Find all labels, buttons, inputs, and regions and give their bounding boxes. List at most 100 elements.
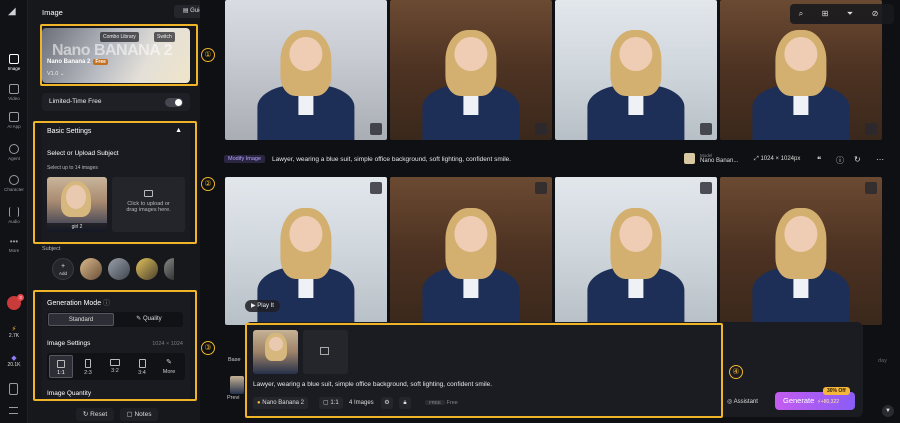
credit-value: 2.7K — [8, 333, 20, 339]
rail-item-character[interactable]: Character — [0, 175, 28, 192]
rail-item-ai-app[interactable]: AI App — [0, 112, 28, 129]
filter-icon[interactable]: ⏷ — [845, 9, 855, 19]
ratio-2-3-button[interactable]: 2:3 — [76, 355, 100, 378]
result-image[interactable] — [555, 0, 717, 140]
subject-avatar[interactable] — [108, 258, 130, 280]
add-label: Add — [58, 271, 67, 276]
modify-image-button[interactable]: Modify Image — [224, 155, 266, 163]
rail-item-label: Character — [4, 187, 24, 192]
lightning-icon: ⚡ — [11, 326, 17, 333]
combo-library-button[interactable]: Combo Library — [100, 32, 139, 42]
regenerate-icon[interactable]: ↻ — [854, 155, 861, 164]
more-options-icon[interactable]: ⋯ — [876, 155, 884, 164]
rail-item-more[interactable]: ••• More — [0, 237, 28, 254]
annotation-number-4: ④ — [729, 365, 743, 379]
rail-item-video[interactable]: Video — [0, 84, 28, 101]
hide-icon[interactable]: ⊘ — [870, 9, 880, 19]
result-image[interactable] — [225, 0, 387, 140]
app-logo-icon[interactable]: ◢ — [8, 6, 20, 18]
reference-image[interactable] — [253, 330, 298, 374]
ratio-3-4-button[interactable]: 3:4 — [130, 355, 154, 378]
share-icon[interactable] — [535, 123, 547, 135]
mode-standard-button[interactable]: Standard — [48, 313, 114, 326]
result-image[interactable] — [555, 177, 717, 325]
share-icon[interactable] — [700, 123, 712, 135]
info-icon[interactable]: ⓘ — [103, 300, 110, 307]
free-badge: Free — [93, 59, 108, 65]
credit-item[interactable]: ◆ 20.1K — [0, 354, 28, 368]
ratio-3-2-button[interactable]: 3:2 — [103, 355, 127, 378]
rail-item-label: Video — [8, 96, 20, 101]
save-icon[interactable] — [535, 182, 547, 194]
menu-icon[interactable] — [9, 407, 18, 414]
model-name: Nano Banana 2 — [47, 59, 91, 65]
subject-figure — [422, 25, 520, 140]
ratio-select[interactable]: ▢ 1:1 — [319, 397, 343, 409]
quality-label: Quality — [143, 316, 162, 322]
search-icon[interactable]: ⌕ — [796, 9, 806, 19]
ratio-pill-label: 1:1 — [330, 400, 339, 406]
add-reference-button[interactable] — [303, 330, 348, 374]
generate-label: Generate — [783, 396, 815, 405]
model-name-row: Nano Banana 2 Free — [47, 59, 108, 65]
upload-dropzone[interactable]: Click to upload or drag images here. — [112, 177, 185, 232]
agent-icon — [9, 144, 19, 154]
more-icon: ••• — [9, 237, 19, 246]
subject-avatar[interactable] — [80, 258, 102, 280]
result-image[interactable] — [390, 177, 552, 325]
ratio-label: 1:1 — [57, 370, 65, 376]
rail-item-audio[interactable]: Audio — [0, 207, 28, 224]
generation-info-row: Modify Image Lawyer, wearing a blue suit… — [224, 152, 894, 168]
quote-icon[interactable]: ❝ — [817, 155, 821, 164]
limited-free-toggle[interactable] — [165, 98, 183, 107]
ratio-more-button[interactable]: ✎ More — [157, 355, 181, 378]
generation-mode-label: Generation Mode ⓘ — [47, 298, 110, 308]
save-icon[interactable] — [700, 182, 712, 194]
subject-figure — [752, 25, 850, 140]
model-card[interactable]: Nano BANANA 2 Combo Library Switch Nano … — [42, 28, 190, 83]
share-icon[interactable] — [865, 123, 877, 135]
ratio-1-1-button[interactable]: 1:1 — [49, 355, 73, 378]
rail-item-agent[interactable]: Agent — [0, 144, 28, 161]
result-image[interactable] — [390, 0, 552, 140]
lock-icon[interactable]: 🔒︎ — [399, 397, 411, 409]
subject-thumbnail[interactable]: girl 2 — [47, 177, 107, 232]
reset-button[interactable]: ↻ Reset — [76, 408, 114, 421]
ratio-label: 3:2 — [111, 368, 119, 374]
scroll-down-button[interactable]: ▼ — [882, 405, 894, 417]
prompt-input[interactable]: Lawyer, wearing a blue suit, simple offi… — [253, 381, 492, 388]
prompt-composer: Lawyer, wearing a blue suit, simple offi… — [245, 322, 863, 417]
subject-avatar[interactable] — [164, 258, 174, 280]
settings-icon[interactable]: ⚙ — [381, 397, 393, 409]
subject-avatar[interactable] — [136, 258, 158, 280]
assistant-button[interactable]: ◎ Assistant — [727, 398, 758, 405]
notes-button[interactable]: ▢ Notes — [120, 408, 158, 421]
ratio-label: 2:3 — [84, 370, 92, 376]
info-icon[interactable]: ⓘ — [836, 155, 844, 166]
mobile-icon[interactable] — [9, 383, 18, 395]
model-version[interactable]: V1.0 ⌄ — [47, 71, 64, 77]
settings-panel: Image ▤ Guides Nano BANANA 2 Combo Libra… — [28, 0, 218, 423]
credit-item[interactable]: ⚡ 2.7K — [0, 325, 28, 339]
plus-icon: + — [60, 263, 66, 270]
model-banner-text: Nano BANANA 2 — [52, 42, 173, 59]
count-select[interactable]: 4 Images — [345, 397, 378, 409]
save-icon[interactable] — [865, 182, 877, 194]
add-subject-button[interactable]: + Add — [52, 258, 74, 280]
switch-label: Switch — [157, 34, 172, 40]
play-it-button[interactable]: ▶ Play It — [245, 300, 280, 312]
mode-quality-button[interactable]: ✎ Quality — [116, 313, 182, 326]
grid-view-icon[interactable]: ⊞ — [820, 9, 830, 19]
save-icon[interactable] — [370, 182, 382, 194]
switch-button[interactable]: Switch — [154, 32, 175, 42]
preview-thumbnail[interactable] — [230, 376, 244, 394]
rail-item-image[interactable]: Image — [0, 54, 28, 71]
collapse-caret-icon[interactable]: ▲ — [175, 127, 182, 134]
model-select[interactable]: ● Nano Banana 2 — [253, 397, 308, 409]
share-icon[interactable] — [370, 123, 382, 135]
basic-settings-header[interactable]: Basic Settings — [47, 128, 91, 135]
upload-text-2: drag images here. — [126, 207, 171, 213]
side-label: Previ — [227, 395, 240, 401]
result-image[interactable] — [720, 177, 882, 325]
notification-badge: 3 — [17, 294, 24, 301]
